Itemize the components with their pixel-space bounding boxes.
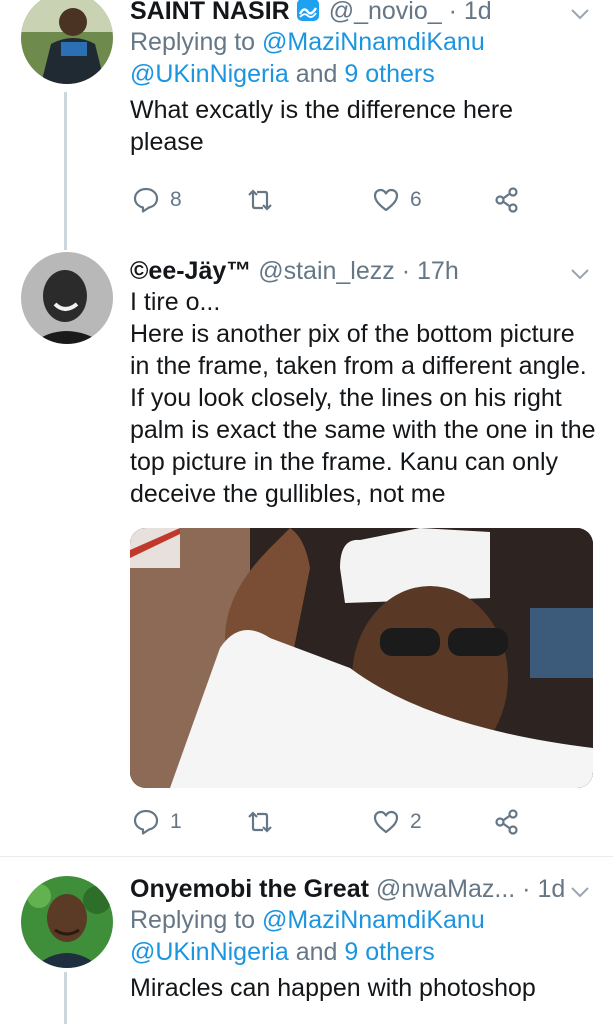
verified-wave-icon (296, 0, 320, 29)
tweet-media-image[interactable] (130, 528, 593, 788)
retweet-button[interactable] (244, 802, 276, 842)
reply-prefix: Replying to (130, 28, 256, 56)
others-link[interactable]: 9 others (344, 938, 434, 966)
tweet-header: SAINT NASIR @_novio_ · 1d (130, 0, 591, 26)
others-link[interactable]: 9 others (344, 60, 434, 88)
like-count: 6 (410, 188, 422, 211)
tweet[interactable]: ©ee-Jäy™ @stain_lezz · 17h I tire o... H… (0, 250, 613, 850)
display-name[interactable]: Onyemobi the Great (130, 875, 369, 903)
tweet-text-line: I tire o... (130, 288, 221, 316)
avatar[interactable] (21, 876, 113, 968)
mention-link[interactable]: @UKinNigeria (130, 938, 289, 966)
tweet-text: What excatly is the difference here plea… (130, 96, 514, 156)
separator-dot: · (401, 257, 411, 285)
tweet-header: ©ee-Jäy™ @stain_lezz · 17h (130, 256, 591, 286)
like-count: 2 (410, 810, 422, 833)
tweet-divider (0, 856, 613, 857)
mention-link[interactable]: @UKinNigeria (130, 60, 289, 88)
separator-dot: · (448, 0, 457, 25)
mention-link[interactable]: @MaziNnamdiKanu (262, 28, 485, 56)
reply-and: and (295, 938, 338, 966)
user-handle[interactable]: @stain_lezz (258, 257, 395, 285)
mention-link[interactable]: @MaziNnamdiKanu (262, 906, 485, 934)
display-name[interactable]: ©ee-Jäy™ (130, 257, 251, 285)
retweet-icon (244, 186, 276, 214)
display-name[interactable]: SAINT NASIR (130, 0, 290, 25)
like-button[interactable]: 6 (372, 180, 422, 220)
tweet-text: Here is another pix of the bottom pictur… (130, 320, 596, 508)
share-icon (492, 185, 522, 215)
reply-icon (132, 186, 160, 214)
like-button[interactable]: 2 (372, 802, 422, 842)
user-handle[interactable]: @_novio_ (329, 0, 442, 25)
user-handle[interactable]: @nwaMaz... (376, 875, 515, 903)
reply-count: 8 (170, 188, 182, 211)
reply-count: 1 (170, 810, 182, 833)
like-icon (372, 187, 400, 213)
tweet-text: Miracles can happen with photoshop (130, 974, 536, 1002)
chevron-down-icon[interactable] (569, 0, 591, 28)
timestamp[interactable]: 1d (537, 875, 565, 903)
separator-dot: · (522, 875, 531, 903)
reply-context: Replying to @MaziNnamdiKanu @UKinNigeria… (130, 904, 591, 968)
reply-and: and (295, 60, 338, 88)
reply-prefix: Replying to (130, 906, 256, 934)
avatar[interactable] (21, 252, 113, 344)
share-button[interactable] (492, 180, 522, 220)
reply-button[interactable]: 8 (132, 180, 182, 220)
tweet-actions: 8 6 (0, 180, 613, 220)
like-icon (372, 809, 400, 835)
tweet-header: Onyemobi the Great @nwaMaz... · 1d (130, 874, 591, 904)
retweet-button[interactable] (244, 180, 276, 220)
timestamp[interactable]: 17h (417, 257, 459, 285)
chevron-down-icon[interactable] (569, 258, 591, 288)
tweet[interactable]: SAINT NASIR @_novio_ · 1d Replying to @M… (0, 0, 613, 232)
chevron-down-icon[interactable] (569, 876, 591, 906)
reply-context: Replying to @MaziNnamdiKanu @UKinNigeria… (130, 26, 591, 90)
tweet[interactable]: Onyemobi the Great @nwaMaz... · 1d Reply… (0, 872, 613, 1024)
reply-icon (132, 808, 160, 836)
share-button[interactable] (492, 802, 522, 842)
avatar[interactable] (21, 0, 113, 84)
share-icon (492, 807, 522, 837)
tweet-actions: 1 2 (0, 802, 613, 842)
reply-button[interactable]: 1 (132, 802, 182, 842)
retweet-icon (244, 808, 276, 836)
timestamp[interactable]: 1d (464, 0, 492, 25)
